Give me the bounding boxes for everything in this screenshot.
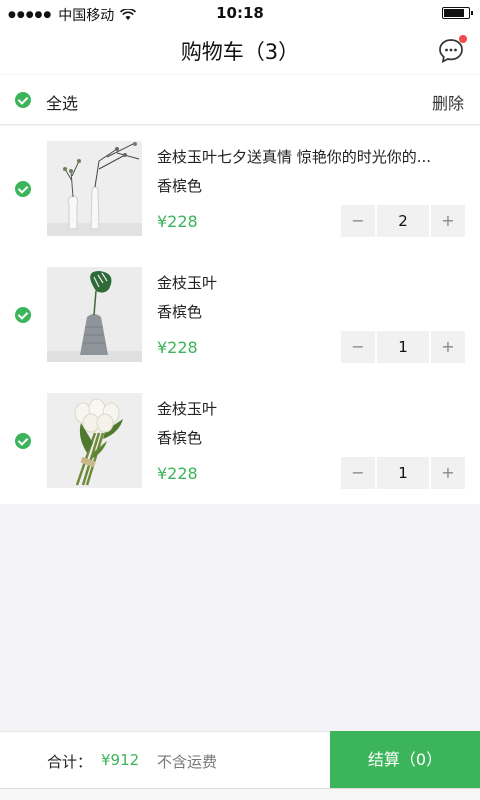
increase-button[interactable]: + — [431, 205, 465, 237]
item-checkbox[interactable] — [15, 307, 31, 323]
select-all-bar: 全选 删除 — [0, 75, 480, 125]
battery-level — [444, 9, 465, 17]
quantity-value[interactable]: 1 — [377, 457, 429, 489]
quantity-value[interactable]: 1 — [377, 331, 429, 363]
product-name[interactable]: 金枝玉叶 — [157, 272, 462, 293]
item-checkbox[interactable] — [15, 181, 31, 197]
white-tulip-bouquet-image — [47, 393, 142, 488]
item-checkbox[interactable] — [15, 433, 31, 449]
checkout-button[interactable]: 结算（0） — [330, 731, 480, 789]
total-value: ¥912 — [101, 751, 140, 769]
delete-button[interactable]: 删除 — [432, 90, 464, 114]
page-title: 购物车（3） — [180, 40, 300, 64]
decrease-button[interactable]: − — [341, 331, 375, 363]
status-bar: ●●●●● 中国移动 10:18 — [0, 0, 480, 26]
navbar: 购物车（3） — [0, 26, 480, 74]
quantity-value[interactable]: 2 — [377, 205, 429, 237]
vases-with-branches-image — [47, 141, 142, 236]
total-label: 合计： — [47, 753, 93, 771]
cart-item: 金枝玉叶 香槟色 ¥228 − 1 + — [0, 252, 480, 378]
increase-button[interactable]: + — [431, 331, 465, 363]
product-price: ¥228 — [157, 212, 198, 231]
product-name[interactable]: 金枝玉叶七夕送真情 惊艳你的时光你的... — [157, 146, 462, 167]
decrease-button[interactable]: − — [341, 205, 375, 237]
cart-item-list: 金枝玉叶七夕送真情 惊艳你的时光你的... 香槟色 ¥228 − 2 + 金枝玉… — [0, 126, 480, 504]
checkout-bar: 合计： ¥912 不含运费 结算（0） — [0, 731, 480, 789]
product-image[interactable] — [47, 267, 142, 362]
select-all-checkbox[interactable] — [15, 92, 31, 108]
cart-item: 金枝玉叶七夕送真情 惊艳你的时光你的... 香槟色 ¥228 − 2 + — [0, 126, 480, 252]
quantity-stepper: − 1 + — [341, 457, 465, 489]
product-spec: 香槟色 — [157, 177, 203, 195]
product-price: ¥228 — [157, 338, 198, 357]
product-image[interactable] — [47, 141, 142, 236]
product-image[interactable] — [47, 393, 142, 488]
notification-dot — [459, 35, 467, 43]
cart-item: 金枝玉叶 香槟色 ¥228 − 1 + — [0, 378, 480, 504]
product-spec: 香槟色 — [157, 303, 203, 321]
product-name[interactable]: 金枝玉叶 — [157, 398, 462, 419]
tab-bar-edge — [0, 788, 480, 800]
product-price: ¥228 — [157, 464, 198, 483]
increase-button[interactable]: + — [431, 457, 465, 489]
quantity-stepper: − 1 + — [341, 331, 465, 363]
select-all-label[interactable]: 全选 — [46, 90, 78, 114]
status-time: 10:18 — [216, 4, 264, 22]
battery-icon — [442, 7, 473, 19]
monstera-leaf-vase-image — [47, 267, 142, 362]
product-spec: 香槟色 — [157, 429, 203, 447]
shipping-note: 不含运费 — [157, 753, 218, 771]
quantity-stepper: − 2 + — [341, 205, 465, 237]
message-button[interactable] — [438, 35, 467, 64]
decrease-button[interactable]: − — [341, 457, 375, 489]
